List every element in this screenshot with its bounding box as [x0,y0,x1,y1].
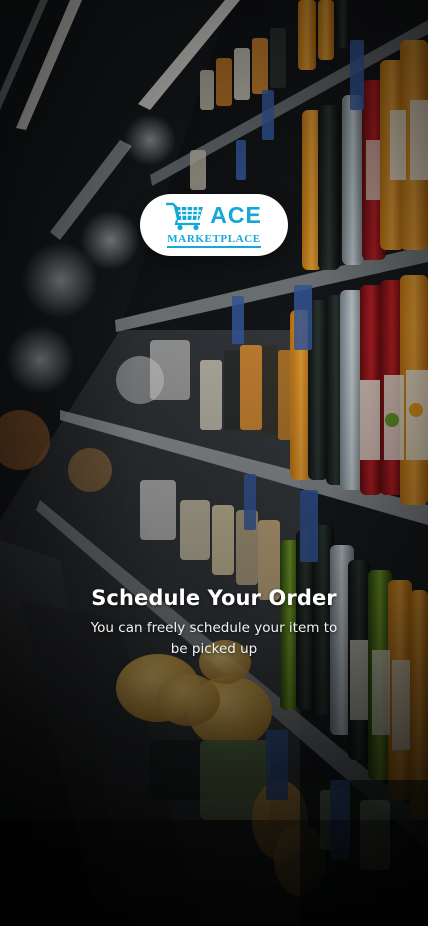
logo-tagline: MARKETPLACE [167,233,261,248]
logo-brand-text: ACE [210,202,262,228]
onboarding-text: Schedule Your Order You can freely sched… [0,586,428,660]
brand-logo: ACE MARKETPLACE [140,194,288,256]
background-photo [0,0,428,926]
shopping-cart-icon [166,201,206,231]
logo-wordmark-row: ACE [166,201,262,231]
onboarding-screen: ACE MARKETPLACE Schedule Your Order You … [0,0,428,926]
onboarding-title: Schedule Your Order [91,586,337,610]
onboarding-subtitle: You can freely schedule your item to be … [90,620,338,657]
